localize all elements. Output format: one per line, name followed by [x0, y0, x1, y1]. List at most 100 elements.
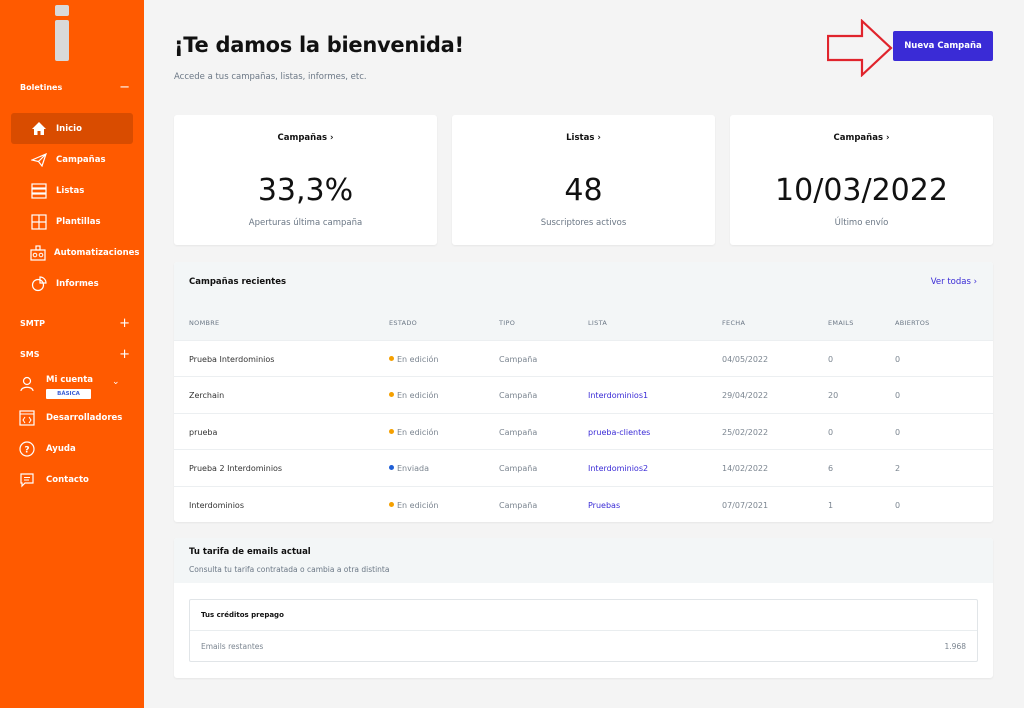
cell-tipo: Campaña — [499, 391, 538, 400]
prepaid-credits-box: Tus créditos prepago Emails restantes 1.… — [189, 599, 978, 662]
status-dot-icon — [389, 392, 394, 397]
card-value: 10/03/2022 — [775, 173, 948, 208]
cell-nombre[interactable]: Zerchain — [189, 391, 224, 400]
cell-lista[interactable]: prueba-clientes — [588, 428, 650, 437]
status-label: Enviada — [397, 464, 429, 473]
recent-campaigns-panel: Campañas recientes Ver todas › NOMBRE ES… — [174, 262, 993, 522]
section-sms[interactable]: SMS + — [20, 346, 130, 362]
status-dot-icon — [389, 356, 394, 361]
stat-card-campaigns[interactable]: Campañas › 33,3% Aperturas última campañ… — [174, 115, 437, 245]
chevron-down-icon[interactable]: ⌄ — [112, 377, 120, 387]
cell-nombre[interactable]: Interdominios — [189, 501, 244, 510]
status-badge: Enviada — [389, 464, 429, 473]
sidebar-item-label: Plantillas — [56, 216, 101, 227]
card-label: Último envío — [834, 218, 889, 228]
sidebar: Boletines − Inicio Campañas Listas Plant… — [0, 0, 144, 708]
cell-fecha: 29/04/2022 — [722, 391, 769, 400]
status-label: En edición — [397, 355, 439, 364]
sidebar-item-automatizaciones[interactable]: Automatizaciones — [11, 237, 139, 268]
sidebar-item-listas[interactable]: Listas — [11, 175, 133, 206]
section-boletines[interactable]: Boletines − — [20, 79, 130, 95]
email-plan-panel: Tu tarifa de emails actual Consulta tu t… — [174, 538, 993, 678]
sidebar-item-desarrolladores[interactable]: Desarrolladores — [19, 408, 137, 428]
section-boletines-label: Boletines — [20, 82, 63, 92]
sidebar-item-label: Inicio — [56, 123, 82, 134]
template-icon — [30, 213, 48, 230]
sidebar-item-informes[interactable]: Informes — [11, 268, 133, 299]
cell-fecha: 04/05/2022 — [722, 355, 769, 364]
table-row[interactable]: Zerchain En edición Campaña Interdominio… — [174, 376, 993, 412]
cell-nombre[interactable]: Prueba Interdominios — [189, 355, 274, 364]
table-row[interactable]: Prueba 2 Interdominios Enviada Campaña I… — [174, 449, 993, 485]
status-badge: En edición — [389, 428, 438, 437]
cell-abiertos: 0 — [895, 391, 901, 400]
cell-lista[interactable]: Interdominios1 — [588, 391, 648, 400]
column-header[interactable]: TIPO — [499, 319, 515, 327]
see-all-label: Ver todas — [930, 277, 971, 287]
column-header[interactable]: EMAILS — [828, 319, 854, 327]
cell-nombre[interactable]: prueba — [189, 428, 217, 437]
column-header[interactable]: ABIERTOS — [895, 319, 930, 327]
remaining-emails-label: Emails restantes — [201, 642, 264, 651]
collapse-icon[interactable]: − — [119, 81, 130, 94]
sidebar-item-label: Contacto — [46, 475, 89, 485]
column-header[interactable]: LISTA — [588, 319, 607, 327]
cell-lista[interactable]: Pruebas — [588, 501, 620, 510]
cell-nombre[interactable]: Prueba 2 Interdominios — [189, 464, 282, 473]
home-icon — [30, 121, 48, 137]
sidebar-item-ayuda[interactable]: ? Ayuda — [19, 439, 137, 459]
account-menu[interactable]: Mi cuenta BÁSICA ⌄ — [19, 374, 129, 402]
sidebar-item-label: Campañas — [56, 154, 106, 165]
page-title: ¡Te damos la bienvenida! — [174, 33, 464, 57]
prepaid-credits-title: Tus créditos prepago — [201, 611, 284, 619]
column-header[interactable]: NOMBRE — [189, 319, 219, 327]
sidebar-item-label: Listas — [56, 185, 85, 196]
expand-icon[interactable]: + — [119, 317, 130, 330]
email-plan-title: Tu tarifa de emails actual — [189, 547, 311, 557]
sidebar-item-plantillas[interactable]: Plantillas — [11, 206, 133, 237]
card-value: 33,3% — [257, 173, 354, 208]
column-header[interactable]: ESTADO — [389, 319, 417, 327]
paper-plane-icon — [30, 152, 48, 168]
section-smtp[interactable]: SMTP + — [20, 315, 130, 331]
stat-card-last-send[interactable]: Campañas › 10/03/2022 Último envío — [730, 115, 993, 245]
sidebar-item-campanas[interactable]: Campañas — [11, 144, 133, 175]
see-all-link[interactable]: Ver todas › — [931, 277, 977, 287]
cell-lista[interactable]: Interdominios2 — [588, 464, 648, 473]
status-dot-icon — [389, 465, 394, 470]
annotation-arrow-icon — [827, 19, 893, 77]
cell-emails: 0 — [828, 428, 834, 437]
status-badge: En edición — [389, 501, 438, 510]
sidebar-item-label: Desarrolladores — [46, 413, 123, 423]
code-icon — [19, 410, 35, 426]
cell-tipo: Campaña — [499, 464, 538, 473]
card-label: Suscriptores activos — [540, 218, 627, 228]
sidebar-item-label: Ayuda — [46, 444, 76, 454]
chevron-right-icon: › — [973, 277, 977, 287]
plan-badge: BÁSICA — [46, 389, 91, 399]
table-row[interactable]: Prueba Interdominios En edición Campaña … — [174, 340, 993, 376]
column-header[interactable]: FECHA — [722, 319, 745, 327]
stat-card-lists[interactable]: Listas › 48 Suscriptores activos — [452, 115, 715, 245]
card-title: Listas — [566, 133, 595, 143]
sidebar-item-inicio[interactable]: Inicio — [11, 113, 133, 144]
status-dot-icon — [389, 429, 394, 434]
sidebar-item-contacto[interactable]: Contacto — [19, 470, 137, 490]
divider — [190, 630, 977, 631]
logo[interactable] — [55, 5, 69, 61]
new-campaign-button[interactable]: Nueva Campaña — [893, 31, 993, 61]
card-label: Aperturas última campaña — [248, 218, 363, 228]
cell-fecha: 14/02/2022 — [722, 464, 769, 473]
card-title: Campañas — [833, 133, 884, 143]
table-row[interactable]: Interdominios En edición Campaña Pruebas… — [174, 486, 993, 522]
table-row[interactable]: prueba En edición Campaña prueba-cliente… — [174, 413, 993, 449]
automation-icon — [30, 244, 46, 261]
cell-emails: 1 — [828, 501, 834, 510]
expand-icon[interactable]: + — [119, 348, 130, 361]
list-icon — [30, 182, 48, 199]
cell-tipo: Campaña — [499, 501, 538, 510]
main-content: ¡Te damos la bienvenida! Accede a tus ca… — [144, 0, 1024, 708]
recent-campaigns-title: Campañas recientes — [189, 277, 287, 287]
status-label: En edición — [397, 501, 439, 510]
cell-tipo: Campaña — [499, 428, 538, 437]
